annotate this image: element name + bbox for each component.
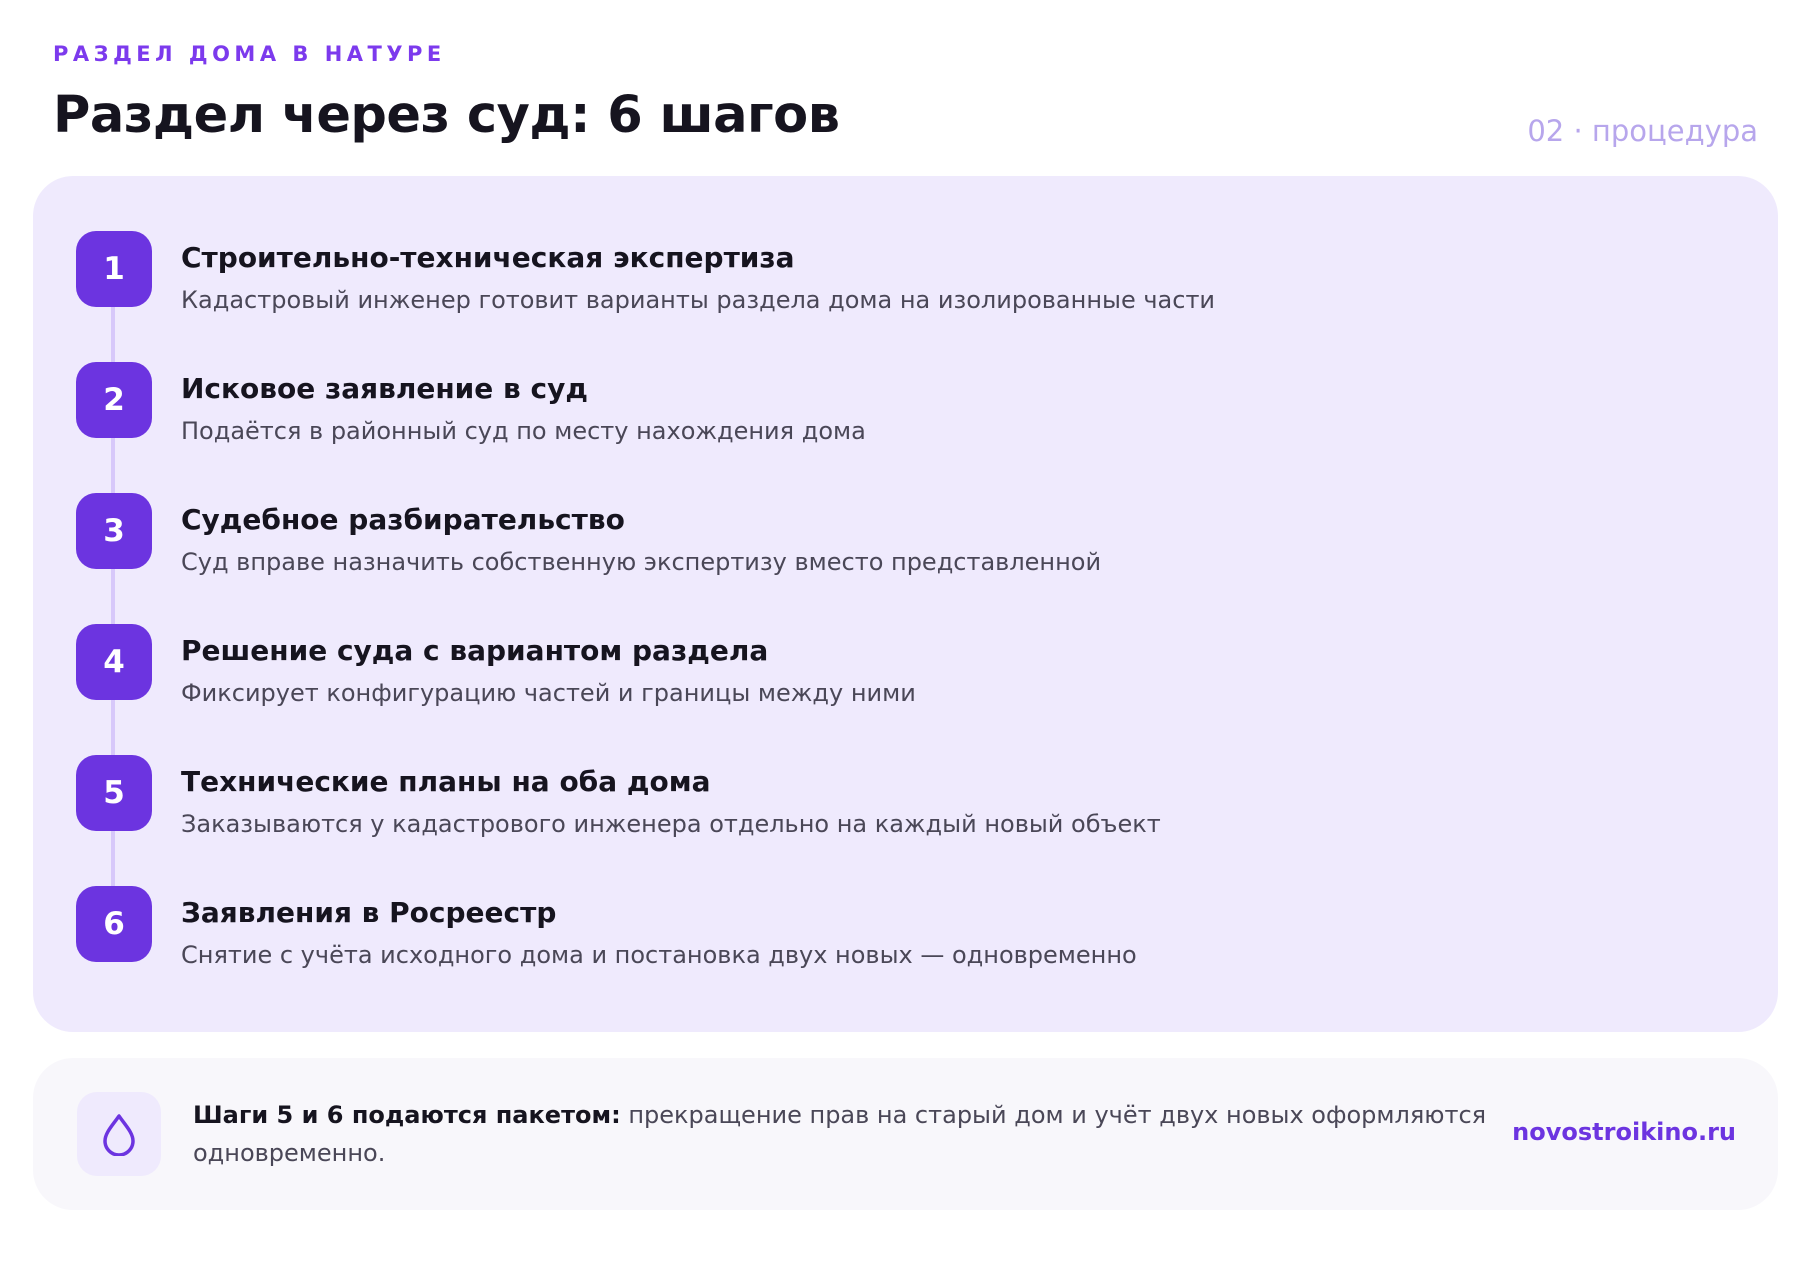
step-title: Заявления в Росреестр (181, 896, 557, 929)
step-title: Технические планы на оба дома (181, 765, 711, 798)
step-number-badge: 2 (76, 362, 152, 438)
step-item: 6 Заявления в Росреестр Снятие с учёта и… (76, 886, 1676, 986)
note-card: Шаги 5 и 6 подаются пакетом: прекращение… (33, 1058, 1778, 1210)
step-title: Решение суда с вариантом раздела (181, 634, 769, 667)
step-description: Заказываются у кадастрового инженера отд… (181, 810, 1161, 838)
step-number-badge: 6 (76, 886, 152, 962)
note-text: Шаги 5 и 6 подаются пакетом: прекращение… (193, 1096, 1513, 1172)
step-item: 3 Судебное разбирательство Суд вправе на… (76, 493, 1676, 593)
step-description: Суд вправе назначить собственную эксперт… (181, 548, 1102, 576)
step-description: Снятие с учёта исходного дома и постанов… (181, 941, 1137, 969)
page-title: Раздел через суд: 6 шагов (53, 86, 840, 145)
step-description: Подаётся в районный суд по месту нахожде… (181, 417, 866, 445)
step-number-badge: 4 (76, 624, 152, 700)
step-item: 2 Исковое заявление в суд Подаётся в рай… (76, 362, 1676, 462)
step-item: 4 Решение суда с вариантом раздела Фикси… (76, 624, 1676, 724)
step-description: Кадастровый инженер готовит варианты раз… (181, 286, 1216, 314)
step-item: 5 Технические планы на оба дома Заказыва… (76, 755, 1676, 855)
note-strong: Шаги 5 и 6 подаются пакетом: (193, 1101, 621, 1129)
page: РАЗДЕЛ ДОМА В НАТУРЕ Раздел через суд: 6… (0, 0, 1800, 1268)
step-number-badge: 3 (76, 493, 152, 569)
step-title: Судебное разбирательство (181, 503, 625, 536)
step-title: Строительно-техническая экспертиза (181, 241, 795, 274)
drop-icon (77, 1092, 161, 1176)
step-title: Исковое заявление в суд (181, 372, 588, 405)
brand-link[interactable]: novostroikino.ru (1512, 1118, 1736, 1146)
step-description: Фиксирует конфигурацию частей и границы … (181, 679, 916, 707)
section-tag: 02 · процедура (1527, 114, 1758, 148)
section-eyebrow: РАЗДЕЛ ДОМА В НАТУРЕ (53, 42, 446, 66)
step-number-badge: 1 (76, 231, 152, 307)
step-item: 1 Строительно-техническая экспертиза Кад… (76, 231, 1676, 331)
step-number-badge: 5 (76, 755, 152, 831)
